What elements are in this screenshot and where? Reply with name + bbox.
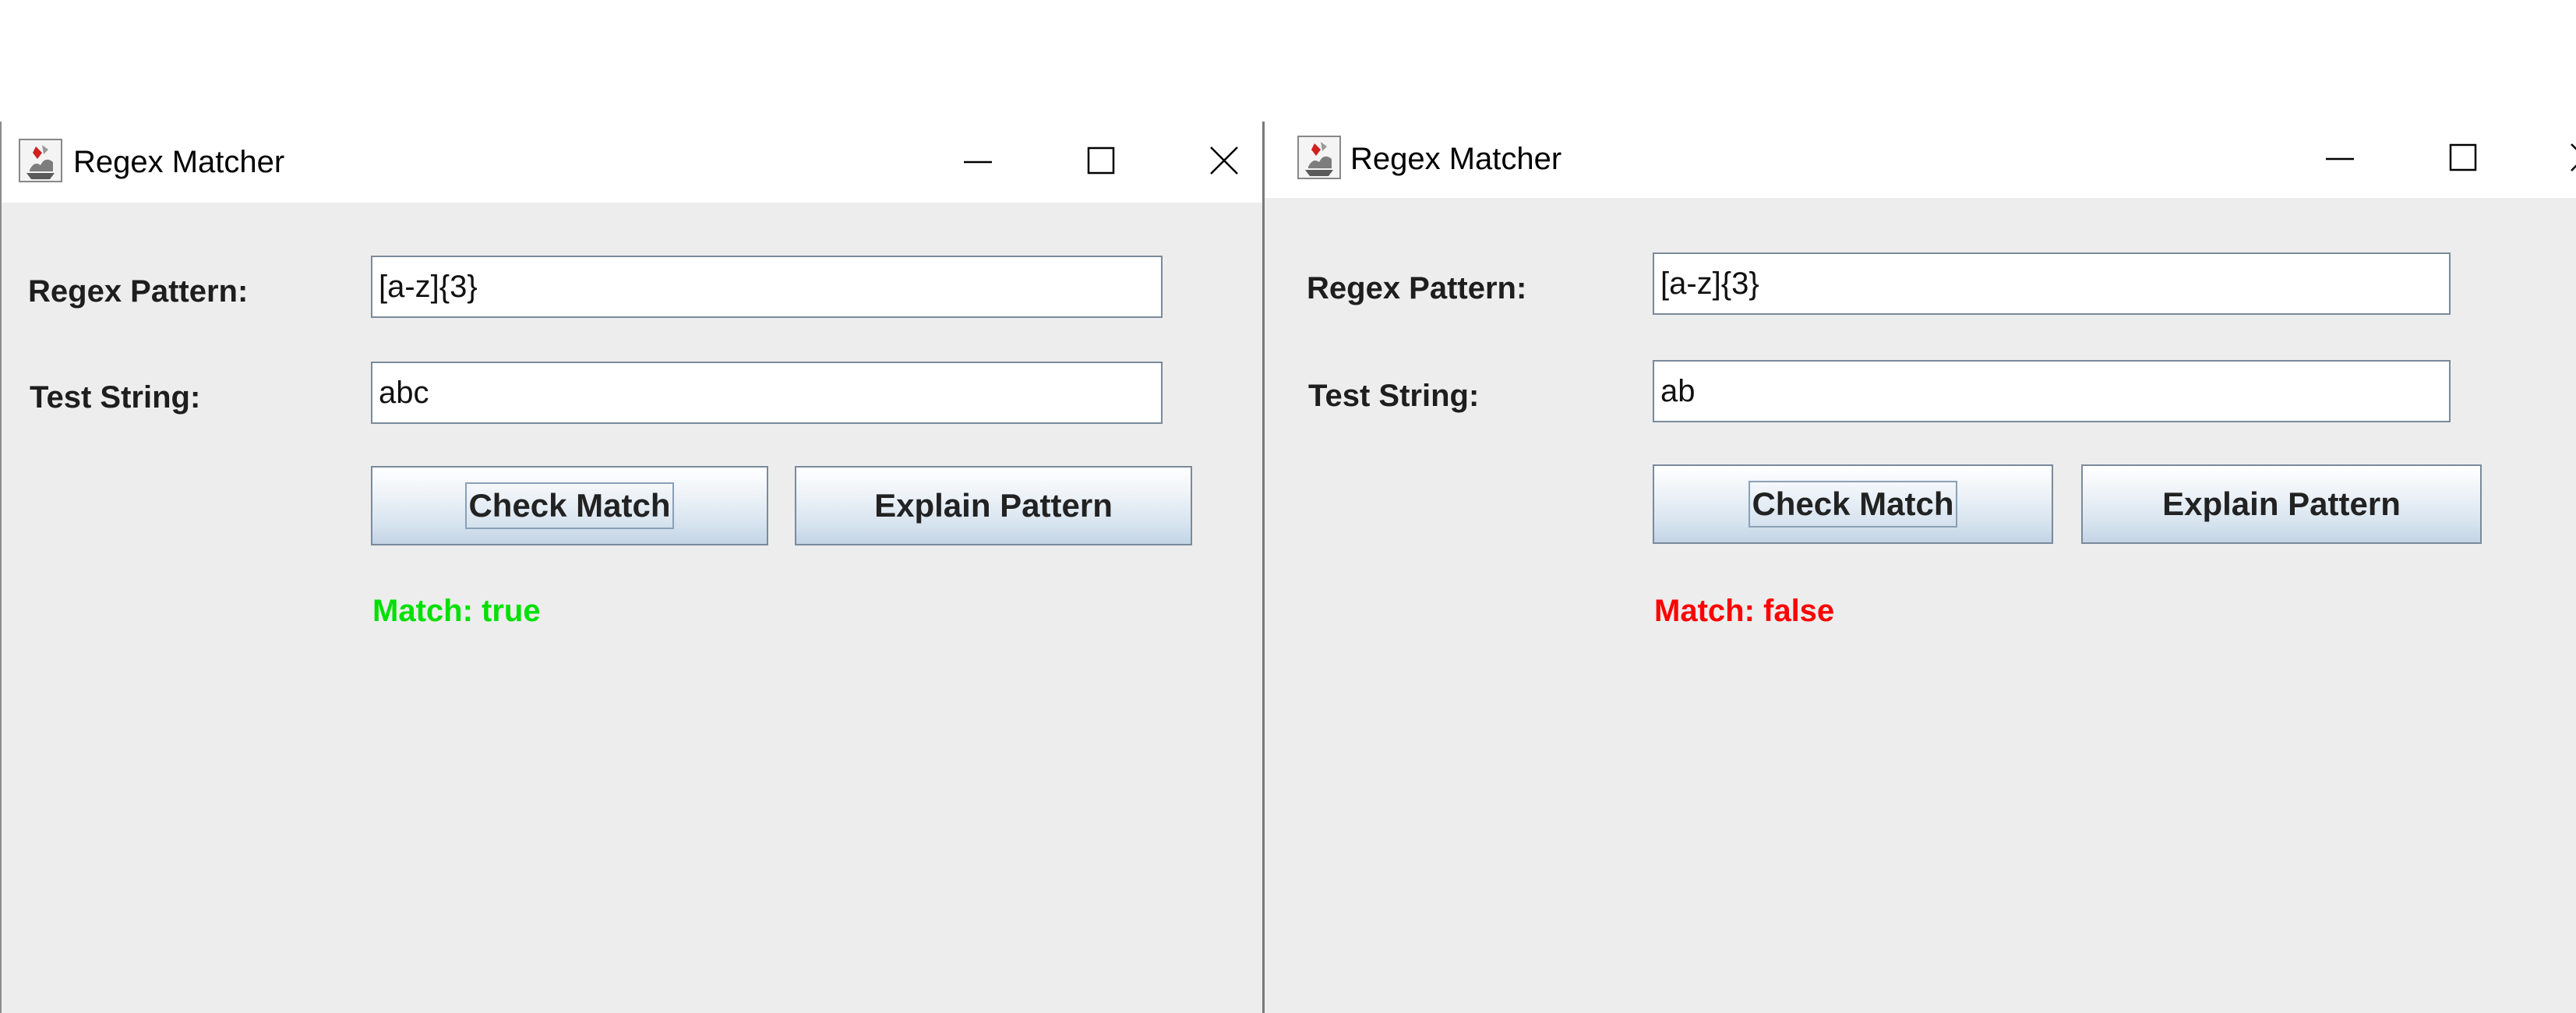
test-string-label: Test String: xyxy=(30,380,201,415)
test-string-label: Test String: xyxy=(1308,379,1480,413)
maximize-icon xyxy=(1087,146,1115,175)
title-bar[interactable]: Regex Matcher xyxy=(1265,122,2576,198)
java-coffee-icon xyxy=(1297,136,1341,179)
match-status: Match: true xyxy=(372,594,541,628)
regex-pattern-input[interactable] xyxy=(371,256,1163,318)
check-match-button[interactable]: Check Match xyxy=(371,466,768,545)
check-match-label: Check Match xyxy=(1749,481,1957,528)
test-string-input[interactable] xyxy=(1653,360,2451,422)
explain-pattern-button[interactable]: Explain Pattern xyxy=(795,466,1192,545)
minimize-icon xyxy=(964,161,992,164)
explain-pattern-button[interactable]: Explain Pattern xyxy=(2081,464,2482,544)
explain-pattern-label: Explain Pattern xyxy=(874,487,1113,524)
check-match-label: Check Match xyxy=(465,482,674,529)
window-title: Regex Matcher xyxy=(73,145,285,179)
maximize-button[interactable] xyxy=(2428,126,2498,189)
regex-matcher-window-left: Regex Matcher Regex Pattern: Test String… xyxy=(0,122,1262,1013)
close-button[interactable] xyxy=(1189,129,1259,192)
check-match-button[interactable]: Check Match xyxy=(1653,464,2053,544)
close-icon xyxy=(1210,146,1238,175)
maximize-button[interactable] xyxy=(1066,129,1136,192)
window-title: Regex Matcher xyxy=(1350,142,1562,176)
close-button[interactable] xyxy=(2550,126,2576,189)
minimize-button[interactable] xyxy=(2305,126,2375,189)
test-string-input[interactable] xyxy=(371,362,1163,424)
close-icon xyxy=(2571,143,2576,171)
java-coffee-icon xyxy=(19,139,62,182)
match-status: Match: false xyxy=(1654,594,1835,628)
minimize-button[interactable] xyxy=(943,129,1013,192)
regex-pattern-input[interactable] xyxy=(1653,252,2451,315)
regex-pattern-label: Regex Pattern: xyxy=(1307,271,1527,305)
regex-pattern-label: Regex Pattern: xyxy=(28,274,249,309)
minimize-icon xyxy=(2326,157,2354,161)
regex-matcher-window-right: Regex Matcher Regex Pattern: Test String… xyxy=(1262,122,2576,1013)
maximize-icon xyxy=(2449,143,2477,171)
title-bar[interactable]: Regex Matcher xyxy=(2,122,1262,203)
explain-pattern-label: Explain Pattern xyxy=(2162,485,2401,522)
